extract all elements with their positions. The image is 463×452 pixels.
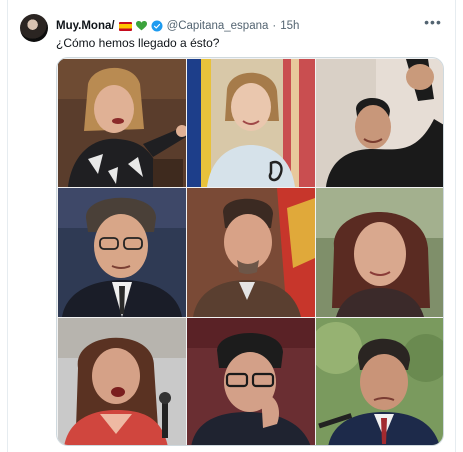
- display-name[interactable]: Muy.Mona/: [56, 20, 115, 32]
- photo-man-red-flag[interactable]: [187, 188, 315, 317]
- timestamp[interactable]: 15h: [280, 20, 299, 32]
- separator-dot: ·: [272, 20, 277, 32]
- handle[interactable]: @Capitana_espana: [167, 20, 269, 32]
- tweet-header: Muy.Mona/ @Capitana_espana · 15h: [56, 17, 433, 35]
- photo-woman-smiling[interactable]: [187, 59, 315, 187]
- avatar[interactable]: [20, 14, 48, 42]
- green-heart-icon: [135, 21, 147, 31]
- tweet-text: ¿Cómo hemos llegado a ésto?: [56, 36, 220, 50]
- media-grid[interactable]: [56, 57, 444, 446]
- photo-man-suit[interactable]: [316, 318, 443, 445]
- spain-flag-icon: [118, 21, 132, 31]
- verified-badge-icon: [151, 20, 163, 32]
- photo-man-glasses[interactable]: [58, 188, 186, 317]
- more-options-icon[interactable]: •••: [423, 12, 443, 32]
- photo-woman-shouting[interactable]: [58, 318, 186, 445]
- photo-woman-speaking[interactable]: [58, 59, 186, 187]
- photo-man-hand-face[interactable]: [187, 318, 315, 445]
- photo-man-raised-fist[interactable]: [316, 59, 443, 187]
- photo-woman-curly-hair[interactable]: [316, 188, 443, 317]
